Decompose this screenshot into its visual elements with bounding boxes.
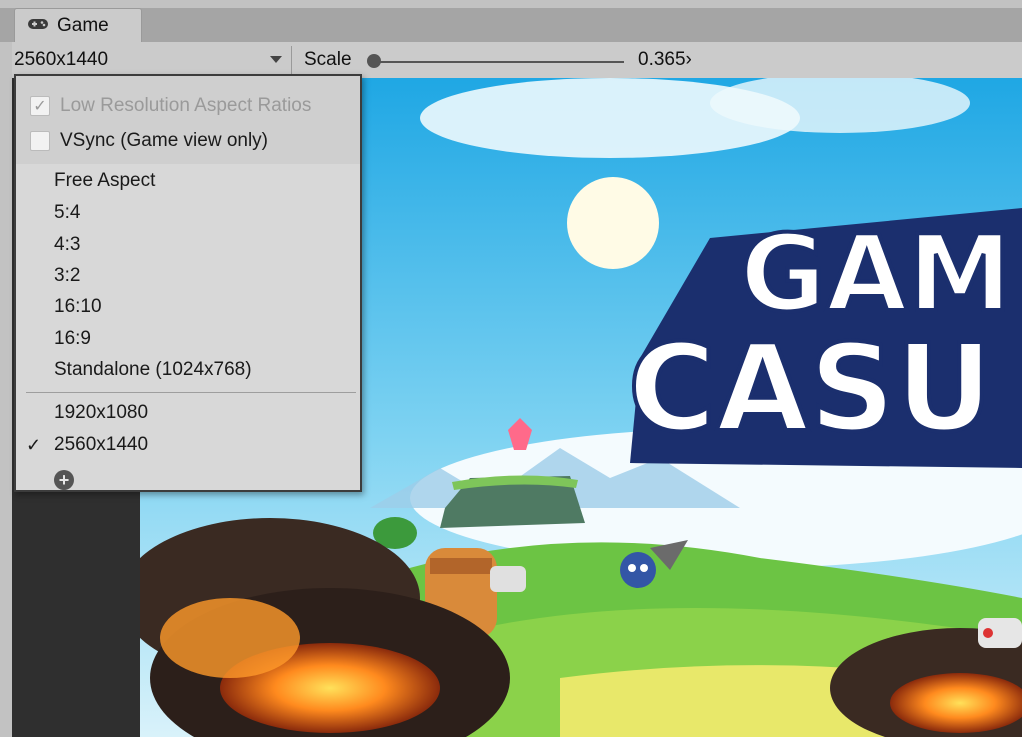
scale-slider-track[interactable] — [376, 61, 624, 63]
check-icon: ✓ — [33, 98, 47, 115]
resolution-1920x1080[interactable]: 1920x1080 — [54, 402, 148, 424]
tab-strip — [0, 8, 1022, 43]
tab-game[interactable]: Game — [14, 8, 142, 42]
resolution-menu: ✓ Low Resolution Aspect Ratios VSync (Ga… — [14, 74, 362, 492]
selected-check-icon: ✓ — [26, 435, 42, 455]
tab-game-label: Game — [57, 14, 109, 36]
vsync-label: VSync (Game view only) — [60, 130, 269, 151]
resolution-2560x1440[interactable]: 2560x1440 — [54, 434, 148, 456]
aspect-16-10[interactable]: 16:10 — [54, 296, 102, 318]
toolbar-divider — [291, 46, 292, 74]
scale-label: Scale — [304, 49, 352, 70]
resolution-dropdown[interactable]: 2560x1440 — [14, 42, 290, 78]
scale-slider-thumb[interactable] — [367, 54, 381, 68]
gamepad-icon — [27, 15, 49, 37]
aspect-16-9[interactable]: 16:9 — [54, 328, 91, 350]
aspect-5-4[interactable]: 5:4 — [54, 202, 80, 224]
plus-circle-icon[interactable]: + — [54, 470, 74, 490]
menu-divider — [26, 392, 356, 393]
left-panel-edge — [0, 42, 12, 737]
resolution-dropdown-value: 2560x1440 — [14, 49, 109, 70]
unity-window: Game 2560x1440 Scale 0.365› GAM CASU ✓ L… — [0, 0, 1022, 737]
chevron-down-icon — [270, 56, 282, 63]
low-resolution-label: Low Resolution Aspect Ratios — [60, 95, 312, 116]
aspect-standalone[interactable]: Standalone (1024x768) — [54, 359, 252, 381]
low-resolution-checkbox: ✓ — [30, 96, 50, 116]
option-vsync[interactable]: VSync (Game view only) — [30, 130, 268, 152]
game-title-bottom: CASU — [628, 320, 993, 459]
aspect-free[interactable]: Free Aspect — [54, 170, 155, 192]
game-title-top: GAM — [740, 213, 1012, 335]
scale-value: 0.365› — [638, 49, 692, 70]
aspect-4-3[interactable]: 4:3 — [54, 234, 80, 256]
option-low-resolution: ✓ Low Resolution Aspect Ratios — [30, 95, 311, 117]
vsync-checkbox[interactable] — [30, 131, 50, 151]
aspect-3-2[interactable]: 3:2 — [54, 265, 80, 287]
